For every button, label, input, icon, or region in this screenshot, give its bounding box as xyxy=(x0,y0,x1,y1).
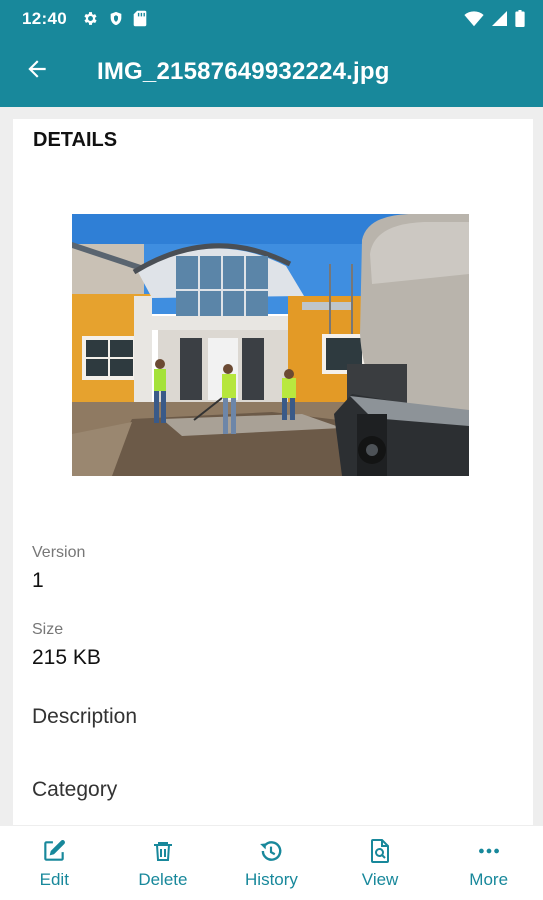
history-icon xyxy=(257,836,285,866)
photo-preview[interactable] xyxy=(72,214,469,476)
more-label: More xyxy=(469,870,509,889)
bottom-action-bar: Edit Delete History View More xyxy=(0,826,543,900)
view-button[interactable]: View xyxy=(326,826,435,900)
history-button[interactable]: History xyxy=(217,826,326,900)
status-time: 12:40 xyxy=(22,9,67,28)
edit-button[interactable]: Edit xyxy=(0,826,109,900)
trash-icon xyxy=(151,836,175,866)
wifi-icon xyxy=(464,10,484,32)
back-button[interactable] xyxy=(20,54,54,88)
category-label: Category xyxy=(32,778,118,801)
size-label: Size xyxy=(32,621,64,638)
settings-gear-icon xyxy=(82,10,99,32)
edit-label: Edit xyxy=(39,870,69,889)
battery-icon xyxy=(515,10,525,32)
sd-card-icon xyxy=(133,10,147,32)
toolbar: IMG_21587649932224.jpg xyxy=(0,36,543,107)
status-bar: 12:40 xyxy=(0,0,543,36)
signal-icon xyxy=(492,11,507,31)
size-value: 215 KB xyxy=(32,646,101,669)
version-label: Version xyxy=(32,544,86,561)
construction-site-photo xyxy=(72,214,469,476)
history-label: History xyxy=(245,870,298,889)
shield-icon xyxy=(108,10,124,32)
details-card: DETAILS Version 1 Size 215 KB Descriptio… xyxy=(13,119,533,825)
arrow-back-icon xyxy=(24,56,50,87)
edit-icon xyxy=(41,836,67,866)
status-notification-icons xyxy=(82,10,147,32)
view-document-icon xyxy=(368,836,392,866)
more-horizontal-icon xyxy=(476,836,502,866)
delete-label: Delete xyxy=(138,870,188,889)
status-system-icons xyxy=(464,10,525,32)
version-value: 1 xyxy=(32,569,44,592)
delete-button[interactable]: Delete xyxy=(109,826,218,900)
details-heading: DETAILS xyxy=(33,129,118,151)
description-label: Description xyxy=(32,705,138,728)
app-bar: 12:40 IMG_21587649932224.jpg xyxy=(0,0,543,107)
page-title: IMG_21587649932224.jpg xyxy=(97,58,390,85)
view-label: View xyxy=(361,870,399,889)
more-button[interactable]: More xyxy=(434,826,543,900)
